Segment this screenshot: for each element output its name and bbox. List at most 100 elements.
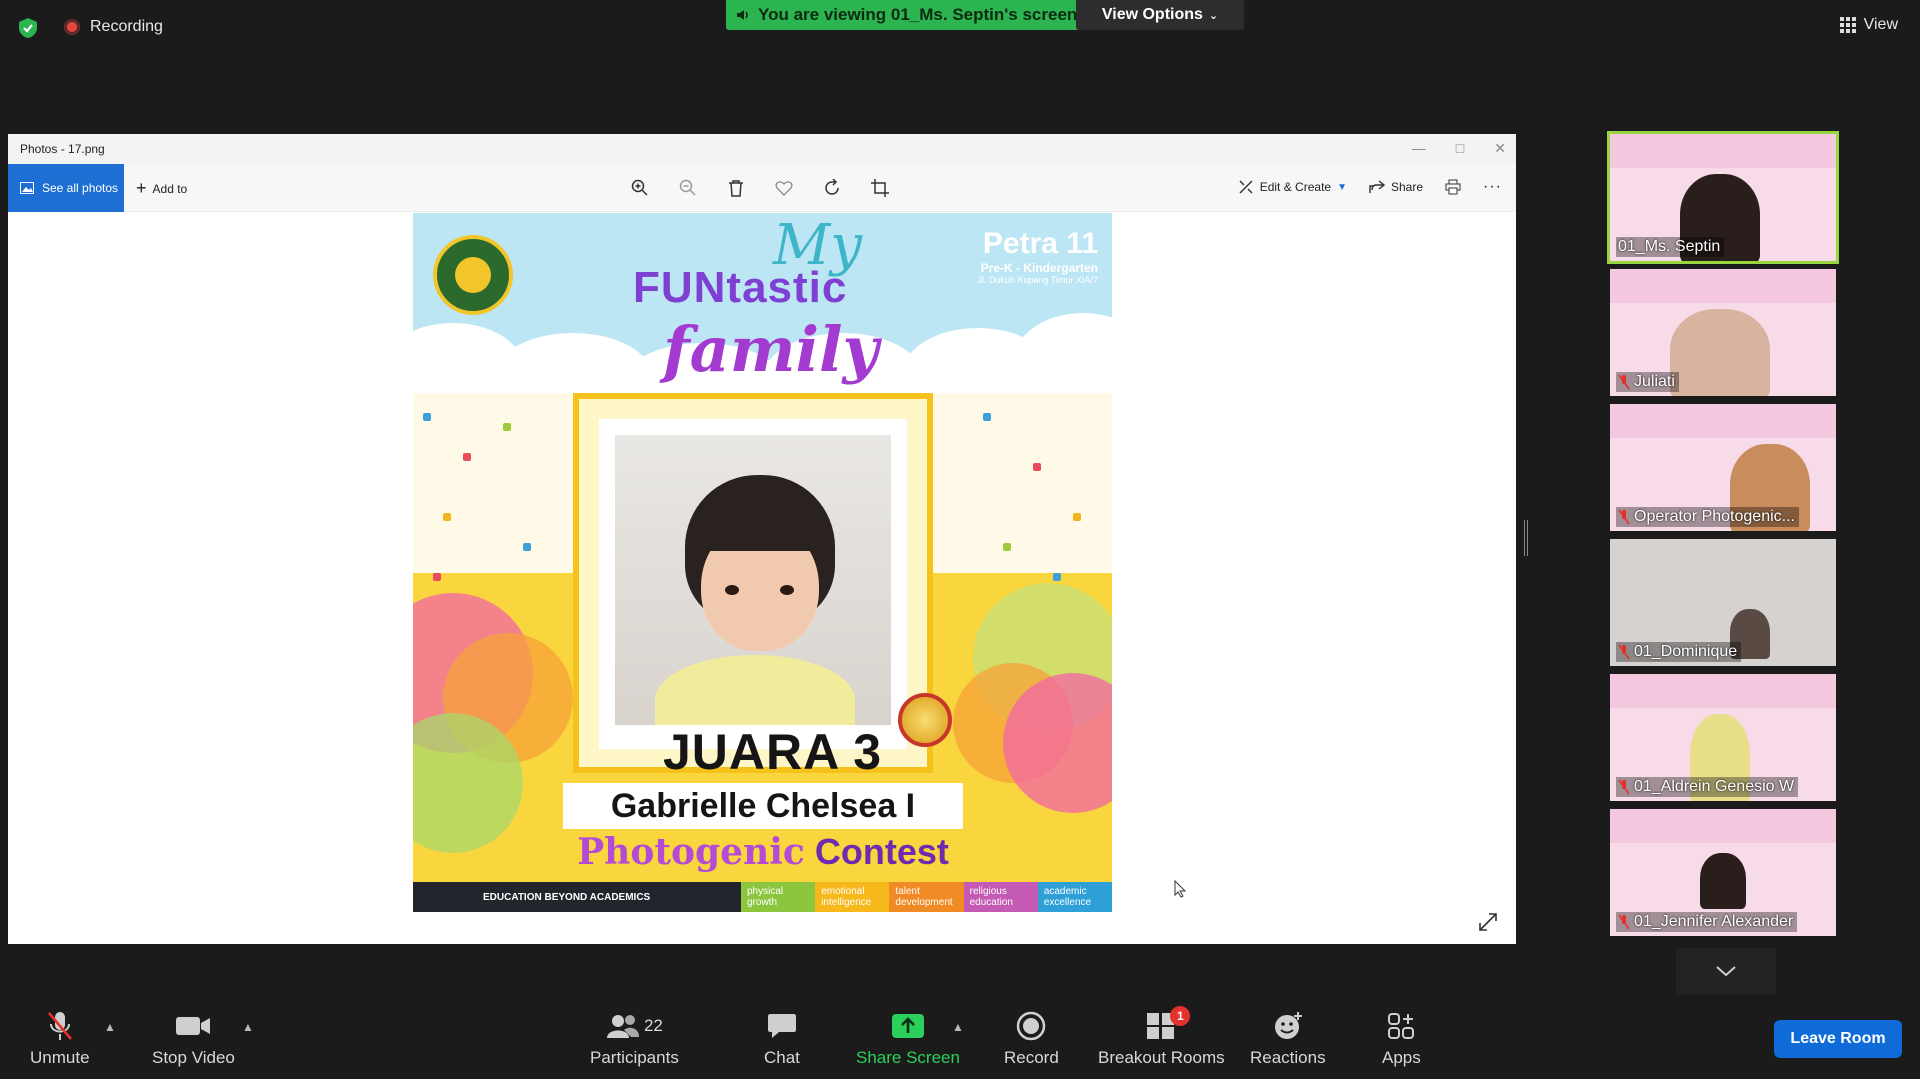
photos-title: Photos - 17.png bbox=[20, 142, 105, 156]
participant-name-label: Juliati bbox=[1616, 372, 1679, 392]
school-address: Jl. Dukuh Kupang Timur XIA/7 bbox=[977, 275, 1098, 285]
record-button[interactable]: Record bbox=[1004, 1010, 1059, 1068]
breakout-rooms-button[interactable]: 1 Breakout Rooms bbox=[1098, 1006, 1225, 1068]
confetti-shape bbox=[503, 423, 511, 431]
reactions-button[interactable]: Reactions bbox=[1250, 1010, 1326, 1068]
gallery-scroll-down-button[interactable] bbox=[1676, 948, 1776, 994]
restore-icon[interactable]: □ bbox=[1456, 140, 1464, 157]
window-controls: — □ ✕ bbox=[1412, 140, 1506, 157]
poster-title-family: family bbox=[663, 313, 879, 386]
shared-photos-window: Photos - 17.png — □ ✕ See all photos + A… bbox=[8, 134, 1516, 944]
video-camera-icon bbox=[176, 1017, 211, 1035]
confetti-shape bbox=[463, 453, 471, 461]
tile-background bbox=[1610, 269, 1836, 303]
photo-frame-inner bbox=[599, 419, 907, 749]
apps-button[interactable]: Apps bbox=[1382, 1010, 1421, 1068]
split-resize-handle[interactable] bbox=[1524, 520, 1528, 556]
school-level: Pre-K - Kindergarten bbox=[980, 261, 1098, 275]
share-screen-button[interactable]: Share Screen bbox=[856, 1010, 960, 1068]
close-icon[interactable]: ✕ bbox=[1494, 140, 1506, 157]
add-to-label: Add to bbox=[152, 181, 188, 196]
participant-name: Operator Photogenic... bbox=[1634, 508, 1795, 525]
confetti-shape bbox=[983, 413, 991, 421]
tile-background bbox=[1610, 134, 1836, 168]
muted-mic-icon bbox=[47, 1012, 72, 1040]
record-icon bbox=[1017, 1011, 1046, 1041]
record-label: Record bbox=[1004, 1048, 1059, 1067]
view-options-button[interactable]: View Options ⌄ bbox=[1076, 0, 1244, 30]
crop-icon[interactable] bbox=[868, 176, 892, 200]
photo-frame bbox=[573, 393, 933, 773]
chat-button[interactable]: Chat bbox=[764, 1010, 800, 1068]
chat-icon bbox=[767, 1014, 796, 1038]
photos-titlebar: Photos - 17.png — □ ✕ bbox=[8, 134, 1516, 164]
minimize-icon[interactable]: — bbox=[1412, 140, 1426, 157]
recording-label: Recording bbox=[90, 18, 163, 35]
stop-video-button[interactable]: Stop Video bbox=[152, 1010, 235, 1068]
participant-tile[interactable]: Operator Photogenic... bbox=[1610, 404, 1836, 531]
zoom-out-icon[interactable] bbox=[676, 176, 700, 200]
participant-tile[interactable]: 01_Jennifer Alexander bbox=[1610, 809, 1836, 936]
heart-icon[interactable] bbox=[772, 176, 796, 200]
participant-gallery: 01_Ms. Septin Juliati Operator Photogeni… bbox=[1607, 131, 1844, 944]
delete-icon[interactable] bbox=[724, 176, 748, 200]
more-options-button[interactable]: ··· bbox=[1483, 178, 1502, 196]
participant-name-label: 01_Aldrein Genesio W bbox=[1616, 777, 1799, 797]
view-options-label: View Options bbox=[1101, 6, 1203, 23]
chevron-down-icon: ▼ bbox=[1337, 181, 1347, 193]
share-screen-label: Share Screen bbox=[856, 1048, 960, 1067]
leave-room-button[interactable]: Leave Room bbox=[1774, 1020, 1902, 1058]
chat-label: Chat bbox=[764, 1048, 800, 1067]
print-icon bbox=[1445, 179, 1461, 195]
viewing-banner: You are viewing 01_Ms. Septin's screen bbox=[726, 0, 1092, 30]
participant-tile[interactable]: Juliati bbox=[1610, 269, 1836, 396]
apps-label: Apps bbox=[1382, 1048, 1421, 1067]
zoom-in-icon[interactable] bbox=[628, 176, 652, 200]
muted-mic-icon bbox=[1618, 779, 1630, 795]
plus-icon: + bbox=[136, 178, 147, 198]
participant-name: 01_Dominique bbox=[1634, 643, 1738, 660]
participant-name: 01_Ms. Septin bbox=[1618, 238, 1721, 255]
expand-icon[interactable] bbox=[1478, 912, 1498, 932]
contest-word-photogenic: Photogenic bbox=[577, 831, 805, 873]
participant-tile[interactable]: 01_Dominique bbox=[1610, 539, 1836, 666]
muted-mic-icon bbox=[1618, 914, 1630, 930]
record-dot-icon bbox=[64, 19, 80, 35]
photos-toolbar: See all photos + Add to Edit & Create ▼ … bbox=[8, 164, 1516, 212]
chevron-down-icon: ⌄ bbox=[1208, 9, 1219, 22]
unmute-button[interactable]: Unmute bbox=[30, 1010, 90, 1068]
rotate-icon[interactable] bbox=[820, 176, 844, 200]
photo-icon bbox=[20, 182, 34, 194]
participant-tile[interactable]: 01_Aldrein Genesio W bbox=[1610, 674, 1836, 801]
see-all-photos-button[interactable]: See all photos bbox=[8, 164, 124, 212]
audio-options-caret-icon[interactable]: ▲ bbox=[104, 1020, 116, 1034]
muted-mic-icon bbox=[1618, 509, 1630, 525]
participant-tile[interactable]: 01_Ms. Septin bbox=[1607, 131, 1839, 264]
share-options-caret-icon[interactable]: ▲ bbox=[952, 1020, 964, 1034]
recording-indicator[interactable]: Recording bbox=[64, 18, 163, 36]
shield-icon[interactable] bbox=[16, 16, 40, 40]
grid-icon bbox=[1839, 17, 1856, 33]
print-button[interactable] bbox=[1445, 179, 1461, 195]
share-button[interactable]: Share bbox=[1369, 180, 1423, 194]
speaker-icon bbox=[737, 10, 748, 20]
breakout-badge: 1 bbox=[1170, 1006, 1191, 1026]
confetti-shape bbox=[1053, 573, 1061, 581]
child-body bbox=[655, 655, 855, 725]
video-options-caret-icon[interactable]: ▲ bbox=[242, 1020, 254, 1034]
chevron-down-icon bbox=[1716, 966, 1736, 977]
contest-poster-image: My FUNtastic family Petra 11 Pre-K - Kin… bbox=[413, 213, 1112, 912]
confetti-shape bbox=[1003, 543, 1011, 551]
meeting-controls: Unmute ▲ Stop Video ▲ 22 Participants Ch bbox=[0, 1002, 1920, 1079]
participant-name: Juliati bbox=[1634, 373, 1675, 390]
edit-create-button[interactable]: Edit & Create ▼ bbox=[1238, 179, 1347, 195]
edit-create-label: Edit & Create bbox=[1259, 180, 1332, 194]
meeting-topbar: Recording You are viewing 01_Ms. Septin'… bbox=[0, 0, 1920, 56]
view-button[interactable]: View bbox=[1839, 16, 1898, 34]
poster-title-funtastic: FUNtastic bbox=[633, 263, 848, 312]
award-title: JUARA 3 bbox=[663, 724, 883, 780]
child-bangs bbox=[697, 491, 827, 551]
participants-count: 22 bbox=[643, 1016, 663, 1035]
add-to-button[interactable]: + Add to bbox=[136, 178, 187, 199]
participants-button[interactable]: 22 Participants bbox=[590, 1010, 679, 1068]
